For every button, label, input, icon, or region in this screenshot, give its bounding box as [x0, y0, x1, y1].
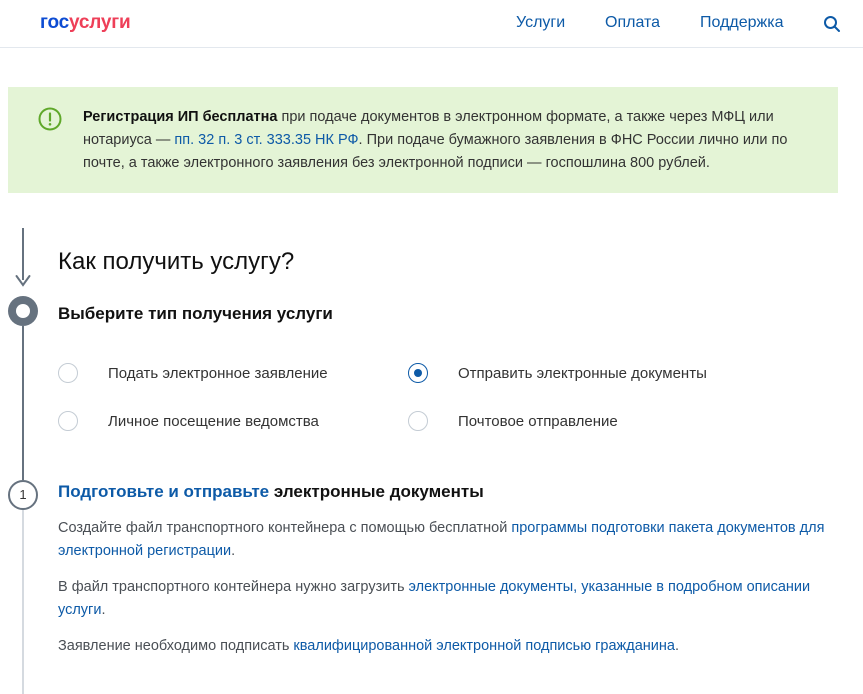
section-title: Как получить услугу?: [58, 248, 295, 275]
radio-circle[interactable]: [58, 363, 78, 383]
step1-paragraph-3: Заявление необходимо подписать квалифици…: [58, 635, 848, 658]
step1-title-rest: электронные документы: [269, 482, 484, 501]
header: госуслуги Услуги Оплата Поддержка: [0, 0, 863, 48]
arrow-down-icon: [15, 275, 31, 287]
gosuslugi-logo[interactable]: госуслуги: [40, 12, 131, 34]
search-icon[interactable]: [823, 15, 841, 33]
timeline-line-bottom: [22, 510, 24, 694]
step1-paragraph-1: Создайте файл транспортного контейнера с…: [58, 517, 848, 562]
radio-label: Отправить электронные документы: [458, 365, 707, 382]
paragraph-text: Создайте файл транспортного контейнера с…: [58, 520, 512, 536]
step-number-1: 1: [8, 480, 38, 510]
paragraph-end: .: [101, 601, 106, 618]
service-type-title: Выберите тип получения услуги: [58, 304, 333, 323]
step1-paragraph-2: В файл транспортного контейнера нужно за…: [58, 576, 848, 621]
paragraph-end: .: [231, 542, 236, 559]
prepare-send-link[interactable]: Подготовьте и отправьте: [58, 482, 269, 501]
timeline-line-middle: [22, 326, 24, 480]
logo-part-uslugi: услуги: [69, 12, 131, 33]
fee-notice: Регистрация ИП бесплатна при подаче доку…: [8, 87, 838, 193]
qualified-signature-link[interactable]: квалифицированной электронной подписью г…: [293, 638, 675, 654]
timeline-current-step-marker: [8, 296, 38, 326]
radio-circle[interactable]: [58, 411, 78, 431]
logo-part-gos: гос: [40, 12, 69, 33]
exclamation-circle-icon: [38, 107, 62, 131]
nav-services-link[interactable]: Услуги: [516, 14, 565, 32]
step1-title: Подготовьте и отправьте электронные доку…: [58, 482, 484, 502]
tax-code-link[interactable]: пп. 32 п. 3 ст. 333.35 НК РФ: [174, 132, 358, 148]
notice-text: Регистрация ИП бесплатна при подаче доку…: [83, 106, 813, 175]
nav-support-link[interactable]: Поддержка: [700, 14, 783, 32]
paragraph-end: .: [674, 638, 679, 654]
radio-label: Подать электронное заявление: [108, 365, 328, 382]
paragraph-text: Заявление необходимо подписать: [58, 638, 294, 654]
radio-label: Почтовое отправление: [458, 413, 618, 430]
radio-circle-selected[interactable]: [408, 363, 428, 383]
notice-bold-text: Регистрация ИП бесплатна: [83, 109, 278, 125]
timeline-line-top: [22, 228, 24, 280]
radio-circle[interactable]: [408, 411, 428, 431]
paragraph-text: В файл транспортного контейнера нужно за…: [58, 579, 409, 595]
nav-payment-link[interactable]: Оплата: [605, 14, 660, 32]
radio-label: Личное посещение ведомства: [108, 413, 319, 430]
